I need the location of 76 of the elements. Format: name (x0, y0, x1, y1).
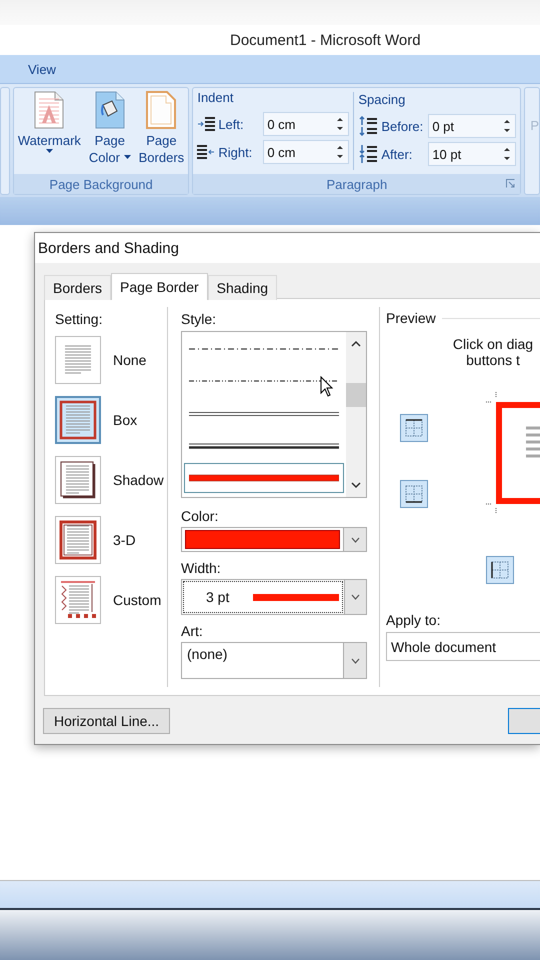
apply-to-label: Apply to: (386, 612, 442, 628)
ribbon-button[interactable]: Page Color (84, 88, 135, 174)
border-grid-icon (403, 483, 425, 505)
dialog-tab[interactable]: Shading (208, 275, 278, 300)
page-thumbnail-icon (59, 520, 97, 560)
line-sample-icon (189, 440, 339, 451)
field-label: Before: (381, 118, 424, 134)
scrollbar[interactable] (346, 332, 366, 497)
setting-label: None (113, 352, 146, 368)
setting-option[interactable] (55, 456, 101, 504)
preview-label: Preview (386, 310, 436, 326)
section-title: Spacing (358, 92, 406, 109)
color-dropdown[interactable] (181, 527, 367, 552)
spin-field[interactable]: 10 pt (428, 142, 516, 166)
window-title: Document1 - Microsoft Word (230, 32, 421, 48)
setting-option[interactable] (55, 576, 101, 624)
color-label: Color: (181, 508, 220, 524)
page-border-icon (146, 91, 176, 129)
ribbon-button[interactable]: Watermark (14, 88, 85, 174)
caret-icon (351, 594, 360, 600)
mouse-cursor-icon (320, 376, 334, 398)
spin-field[interactable]: 0 cm (263, 112, 350, 136)
line-sample-icon (189, 472, 339, 483)
caret-icon (350, 536, 360, 542)
indent-right-icon (197, 144, 216, 160)
border-grid-icon (403, 417, 425, 439)
horizontal-line-button[interactable]: Horizontal Line... (43, 708, 170, 734)
indent-left-icon (197, 116, 216, 132)
field-label: Left: (218, 116, 244, 132)
scroll-up-icon[interactable] (351, 340, 361, 347)
ok-button[interactable] (508, 708, 540, 734)
scroll-down-icon[interactable] (351, 482, 361, 489)
setting-option[interactable] (55, 516, 101, 564)
spin-field[interactable]: 0 cm (263, 140, 350, 164)
spinner-arrows-icon (504, 119, 510, 133)
apply-to-dropdown[interactable]: Whole document (386, 632, 540, 661)
width-label: Width: (181, 560, 222, 576)
spinner-arrows-icon (337, 145, 344, 159)
style-list[interactable] (181, 331, 367, 498)
group-label: Page Background (49, 176, 153, 192)
left-border-button[interactable] (486, 556, 514, 584)
setting-label: 3-D (113, 532, 136, 548)
setting-label: Setting: (55, 311, 104, 327)
spacing-before-icon (358, 116, 378, 136)
art-label: Art: (181, 623, 204, 639)
spacing-after-icon (358, 144, 378, 164)
page-thumbnail-icon (59, 580, 97, 620)
ribbon-tab[interactable]: View (27, 58, 57, 80)
ribbon-button[interactable]: Page Borders (134, 88, 188, 174)
spinner-arrows-icon (504, 147, 510, 161)
page-thumbnail-icon (59, 460, 97, 500)
top-border-button[interactable] (400, 414, 428, 442)
dialog-title: Borders and Shading (38, 240, 179, 256)
bottom-border-button[interactable] (400, 480, 428, 508)
scroll-thumb[interactable] (346, 382, 366, 406)
watermark-icon (34, 91, 64, 129)
spin-field[interactable]: 0 pt (428, 114, 516, 138)
dialog-tab[interactable]: Page Border (111, 273, 208, 300)
setting-label: Shadow (113, 472, 164, 488)
section-title: Indent (197, 90, 234, 107)
dialog-launcher-icon[interactable] (506, 179, 516, 188)
border-grid-icon (489, 559, 511, 581)
width-dropdown[interactable]: 3 pt (181, 579, 367, 615)
setting-label: Box (113, 412, 138, 428)
field-label: After: (381, 146, 412, 162)
group-label: Paragraph (326, 176, 388, 192)
setting-label: Custom (113, 592, 162, 608)
caret-icon (350, 658, 360, 664)
dialog-tab[interactable]: Borders (44, 275, 112, 300)
style-label: Style: (181, 311, 218, 327)
field-label: Right: (218, 144, 252, 160)
paint-bucket-page-icon (94, 91, 125, 129)
page-thumbnail-icon (59, 400, 97, 440)
spinner-arrows-icon (337, 117, 344, 131)
preview-hint: Click on diag buttons t (452, 336, 534, 368)
art-dropdown[interactable]: (none) (181, 642, 367, 679)
